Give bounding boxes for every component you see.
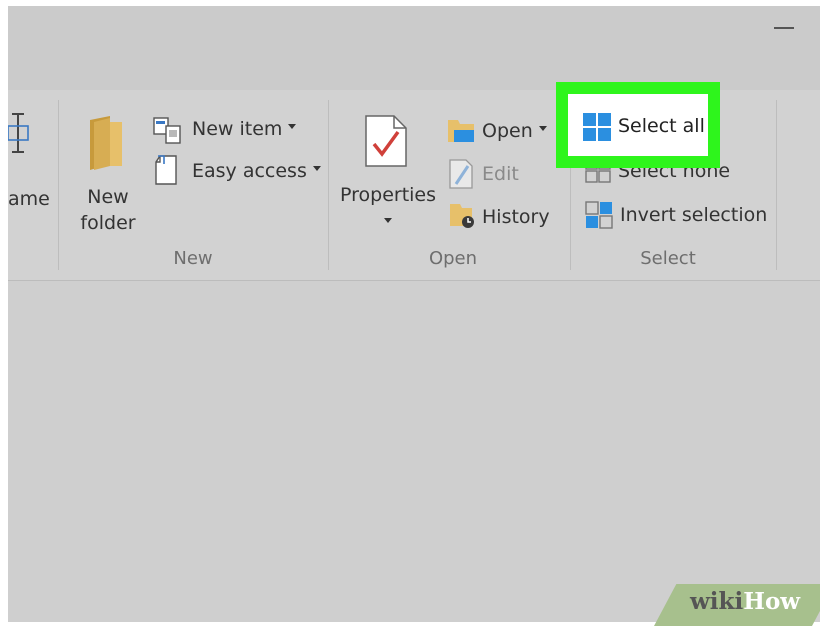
new-item-label: New item (192, 118, 297, 140)
select-all-button[interactable]: Select all (556, 82, 720, 168)
rename-label: ame (8, 188, 50, 210)
invert-selection-icon (585, 201, 613, 229)
group-divider (58, 100, 59, 270)
watermark-text: wikiHow (690, 588, 801, 615)
new-folder-label-line2: folder (80, 212, 136, 234)
history-label: History (482, 206, 550, 228)
open-folder-icon (448, 120, 474, 142)
select-all-icon (583, 113, 611, 141)
title-bar (8, 6, 820, 90)
easy-access-label: Easy access (192, 160, 321, 182)
open-label: Open (482, 120, 547, 142)
dropdown-caret-icon (312, 166, 321, 171)
easy-access-icon (155, 155, 177, 185)
file-explorer-window: ame New folder New item Easy access New … (8, 6, 820, 622)
minimize-icon (774, 27, 794, 29)
properties-icon (365, 115, 407, 167)
group-divider (776, 100, 777, 270)
new-folder-label-line1: New (87, 186, 129, 208)
select-all-label: Select all (618, 115, 705, 137)
group-label-new: New (173, 248, 213, 269)
edit-label: Edit (482, 163, 519, 185)
history-icon (450, 204, 474, 228)
rename-icon (8, 113, 29, 153)
invert-selection-label: Invert selection (620, 204, 768, 226)
edit-icon (449, 159, 473, 189)
group-label-open: Open (428, 248, 478, 269)
group-divider (328, 100, 329, 270)
dropdown-caret-icon (288, 124, 297, 129)
new-folder-icon (90, 116, 122, 170)
minimize-button[interactable] (762, 10, 808, 46)
group-label-select: Select (640, 248, 696, 269)
dropdown-caret-icon (538, 126, 547, 131)
new-item-icon (153, 117, 181, 144)
properties-label: Properties (340, 184, 437, 206)
dropdown-caret-icon (384, 218, 392, 223)
